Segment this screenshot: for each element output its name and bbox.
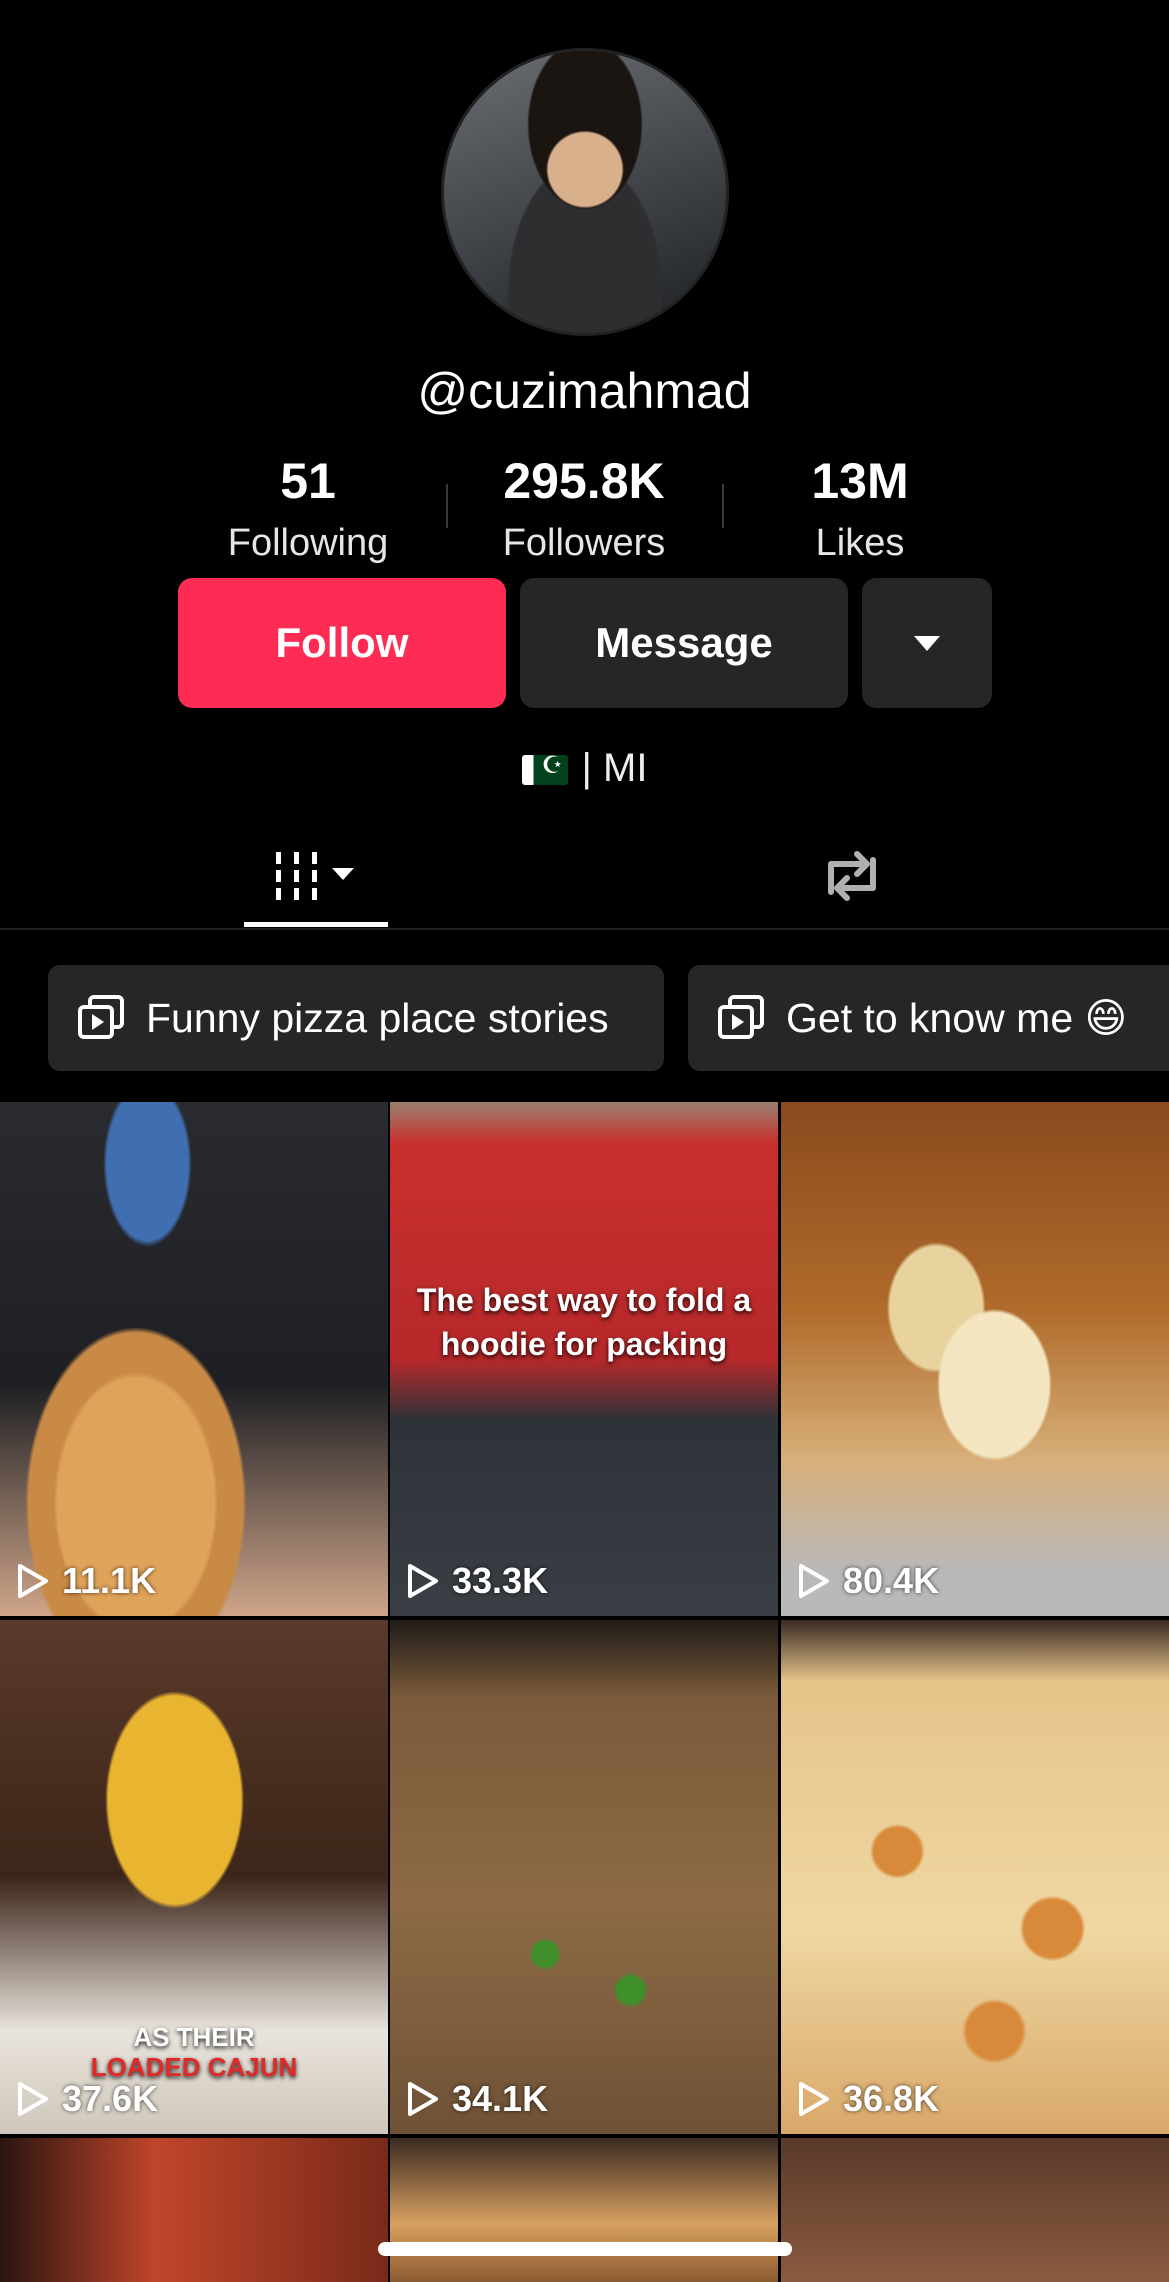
stat-likes-value: 13M <box>811 453 909 509</box>
profile-avatar[interactable] <box>441 48 729 336</box>
playlist-label: Funny pizza place stories <box>146 994 609 1041</box>
tab-videos[interactable] <box>244 830 388 922</box>
video-caption: AS THEIR LOADED CAJUN <box>90 2022 298 2082</box>
video-views: 80.4K <box>797 1560 939 1602</box>
stat-likes-label: Likes <box>815 522 905 564</box>
bio-text: | MI <box>581 746 648 790</box>
profile-bio: | MI <box>0 746 1169 791</box>
video-thumbnail[interactable]: 11.1K <box>0 1102 388 1616</box>
video-thumbnail[interactable]: The best way to fold a hoodie for packin… <box>390 1102 778 1616</box>
video-views: 11.1K <box>16 1560 156 1602</box>
stat-divider <box>722 484 724 528</box>
video-views: 37.6K <box>16 2078 158 2120</box>
stat-following[interactable]: 51 Following <box>188 452 428 565</box>
play-icon <box>18 1564 48 1598</box>
stat-followers[interactable]: 295.8K Followers <box>464 452 704 565</box>
video-thumbnail[interactable] <box>0 2138 388 2282</box>
tab-divider <box>0 928 1169 930</box>
tab-reposts[interactable] <box>780 830 924 922</box>
video-thumbnail[interactable]: AS THEIR LOADED CAJUN 37.6K <box>0 1620 388 2134</box>
video-thumbnail[interactable]: 36.8K <box>781 1620 1169 2134</box>
stat-followers-value: 295.8K <box>503 453 665 509</box>
grid-icon <box>276 852 354 900</box>
playlist-chip[interactable]: Funny pizza place stories <box>48 965 664 1071</box>
stat-following-value: 51 <box>280 453 336 509</box>
chevron-down-icon <box>914 635 940 651</box>
video-caption: The best way to fold a hoodie for packin… <box>416 1282 752 1362</box>
home-indicator[interactable] <box>378 2242 792 2256</box>
playlist-icon <box>718 995 764 1039</box>
pakistan-flag-icon <box>521 751 568 786</box>
video-views: 34.1K <box>406 2078 548 2120</box>
profile-username: @cuzimahmad <box>417 363 752 419</box>
repost-icon <box>828 851 876 901</box>
stat-following-label: Following <box>227 522 389 564</box>
playlist-chip[interactable]: Get to know me 😄 <box>688 965 1169 1071</box>
tab-active-indicator <box>244 922 388 927</box>
video-thumbnail[interactable] <box>781 2138 1169 2282</box>
play-icon <box>799 1564 829 1598</box>
video-views: 33.3K <box>406 1560 548 1602</box>
video-thumbnail[interactable] <box>390 2138 778 2282</box>
follow-button[interactable]: Follow <box>178 578 506 708</box>
playlist-label: Get to know me 😄 <box>786 995 1128 1041</box>
video-thumbnail[interactable]: 34.1K <box>390 1620 778 2134</box>
more-options-button[interactable] <box>862 578 992 708</box>
play-icon <box>408 1564 438 1598</box>
stat-followers-label: Followers <box>502 522 666 564</box>
play-icon <box>799 2082 829 2116</box>
play-icon <box>18 2082 48 2116</box>
video-thumbnail[interactable]: 80.4K <box>781 1102 1169 1616</box>
message-button[interactable]: Message <box>520 578 848 708</box>
play-icon <box>408 2082 438 2116</box>
video-views: 36.8K <box>797 2078 939 2120</box>
playlist-icon <box>78 995 124 1039</box>
stat-divider <box>446 484 448 528</box>
stat-likes[interactable]: 13M Likes <box>740 452 980 565</box>
